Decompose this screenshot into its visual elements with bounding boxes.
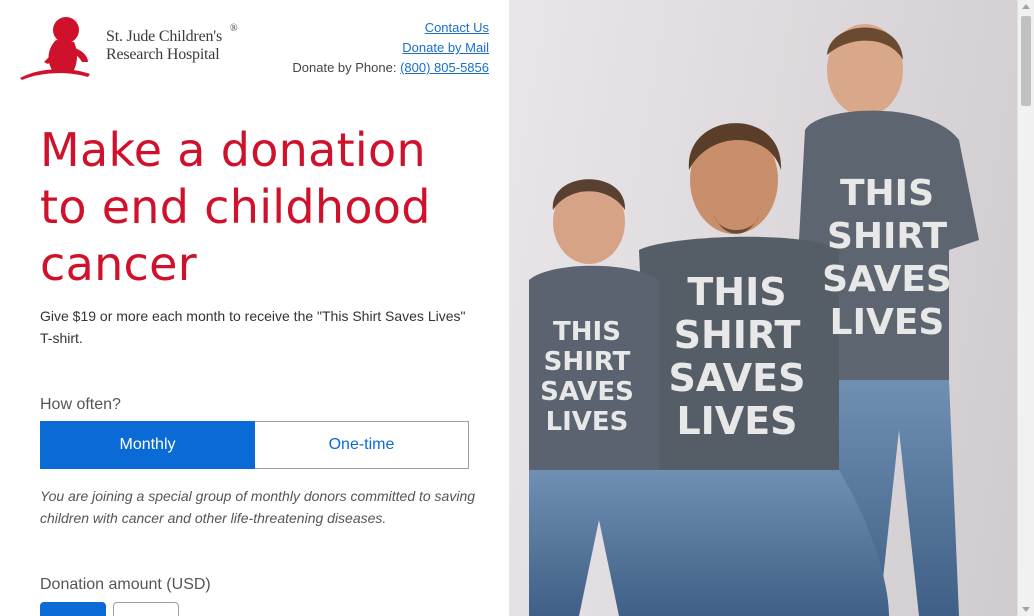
donation-amount-label: Donation amount (USD) [40, 576, 211, 593]
page-title: Make a donation to end childhood cancer [40, 123, 431, 291]
logo-line2: Research Hospital [106, 46, 220, 63]
amount-option-2-button[interactable] [113, 602, 179, 616]
svg-text:THIS: THIS [840, 173, 934, 214]
svg-text:SHIRT: SHIRT [544, 347, 631, 377]
frequency-toggle: Monthly One-time [40, 421, 469, 469]
svg-text:THIS: THIS [553, 317, 621, 347]
phone-number-link[interactable]: (800) 805-5856 [400, 60, 489, 75]
st-jude-logo[interactable]: St. Jude Children's Research Hospital ® [18, 14, 248, 84]
svg-text:SAVES: SAVES [669, 356, 806, 400]
logo-wordmark: St. Jude Children's Research Hospital ® [106, 23, 238, 64]
monthly-option-button[interactable]: Monthly [40, 421, 255, 469]
svg-text:SAVES: SAVES [540, 377, 634, 407]
page-subtitle: Give $19 or more each month to receive t… [40, 308, 466, 346]
donation-panel: St. Jude Children's Research Hospital ® … [0, 0, 509, 616]
one-time-option-button[interactable]: One-time [255, 421, 469, 469]
svg-text:THIS: THIS [687, 270, 786, 314]
donate-by-mail-link[interactable]: Donate by Mail [402, 40, 489, 55]
svg-text:LIVES: LIVES [830, 302, 945, 343]
monthly-donor-note: You are joining a special group of month… [40, 488, 476, 526]
hero-photo: THIS SHIRT SAVES LIVES THIS SHIRT SAVES … [509, 0, 1017, 616]
svg-text:LIVES: LIVES [676, 399, 797, 443]
child-silhouette-icon [20, 17, 90, 80]
family-shirt-photo-image: THIS SHIRT SAVES LIVES THIS SHIRT SAVES … [529, 24, 979, 616]
frequency-label: How often? [40, 396, 121, 413]
donate-by-phone-label: Donate by Phone: [292, 60, 397, 75]
svg-text:SHIRT: SHIRT [827, 216, 948, 257]
header-links: Contact Us Donate by Mail Donate by Phon… [292, 18, 489, 78]
contact-us-link[interactable]: Contact Us [425, 20, 489, 35]
scroll-up-arrow-icon[interactable] [1022, 4, 1030, 9]
scroll-down-arrow-icon[interactable] [1022, 607, 1030, 612]
amount-option-1-button[interactable] [40, 602, 106, 616]
page-scrollbar[interactable] [1017, 0, 1034, 616]
registered-mark: ® [230, 23, 238, 34]
logo-line1: St. Jude Children's [106, 28, 222, 45]
svg-text:LIVES: LIVES [546, 407, 629, 437]
svg-text:SHIRT: SHIRT [674, 313, 801, 357]
svg-text:SAVES: SAVES [822, 259, 952, 300]
scrollbar-thumb[interactable] [1021, 16, 1031, 106]
